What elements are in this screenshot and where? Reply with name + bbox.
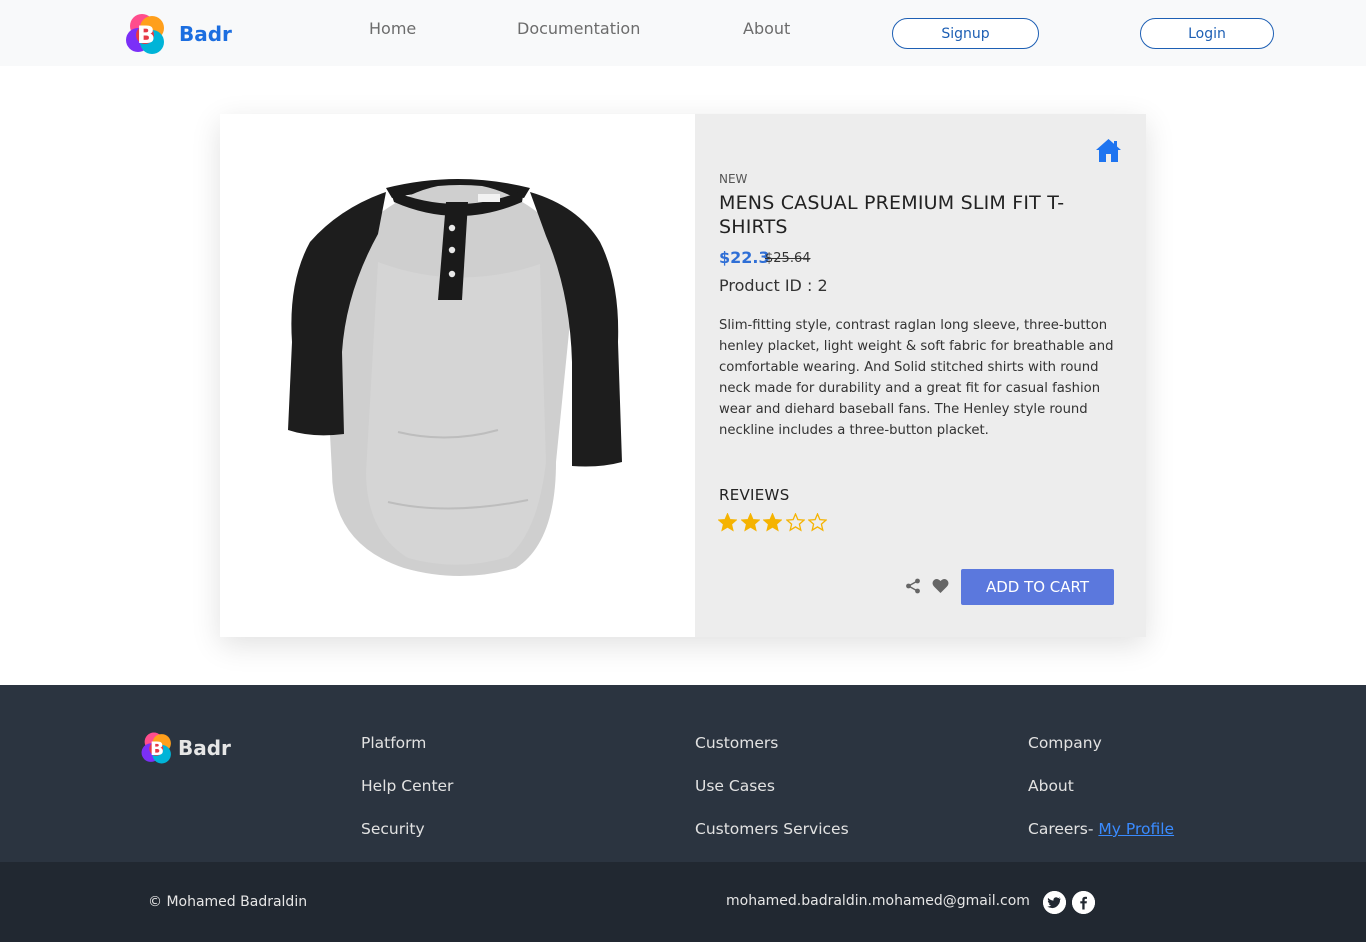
login-button[interactable]: Login — [1140, 18, 1274, 49]
product-id: Product ID : 2 — [719, 276, 828, 295]
footer-brand-name: Badr — [178, 736, 231, 760]
new-badge: NEW — [719, 172, 748, 186]
twitter-icon[interactable] — [1043, 891, 1066, 914]
footer-security-link[interactable]: Security — [361, 820, 425, 838]
signup-button[interactable]: Signup — [892, 18, 1039, 49]
footer-brand[interactable]: B Badr — [140, 731, 231, 765]
contact-email-link[interactable]: mohamed.badraldin.mohamed@gmail.com — [726, 893, 1030, 909]
star-filled-icon — [740, 513, 760, 532]
footer-bottom-bar: © Mohamed Badraldin mohamed.badraldin.mo… — [0, 862, 1366, 942]
footer-careers: Careers- My Profile — [1028, 820, 1174, 838]
svg-text:B: B — [137, 21, 155, 49]
copyright-text: © Mohamed Badraldin — [148, 894, 308, 910]
footer-use-cases-link[interactable]: Use Cases — [695, 777, 775, 795]
product-info-panel: NEW MENS CASUAL PREMIUM SLIM FIT T-SHIRT… — [695, 114, 1146, 637]
star-empty-icon — [785, 513, 805, 532]
product-image-panel — [220, 114, 695, 637]
product-old-price: $25.64 — [765, 251, 811, 266]
star-filled-icon — [718, 513, 737, 532]
star-filled-icon — [763, 513, 782, 532]
brand-name: Badr — [179, 22, 232, 46]
heart-icon[interactable] — [932, 578, 949, 594]
footer-customers-link[interactable]: Customers — [695, 734, 778, 752]
rating-stars — [718, 513, 831, 532]
product-price: $22.3 — [719, 248, 770, 267]
footer-customers-services-link[interactable]: Customers Services — [695, 820, 849, 838]
reviews-label: REVIEWS — [719, 486, 790, 504]
add-to-cart-button[interactable]: ADD TO CART — [961, 569, 1114, 605]
brand[interactable]: B Badr — [124, 12, 232, 56]
product-title: MENS CASUAL PREMIUM SLIM FIT T-SHIRTS — [719, 192, 1065, 238]
top-navbar: B Badr Home Documentation About Signup L… — [0, 0, 1366, 66]
home-icon[interactable] — [1095, 138, 1122, 163]
product-card: NEW MENS CASUAL PREMIUM SLIM FIT T-SHIRT… — [220, 114, 1146, 637]
star-empty-icon — [808, 513, 827, 532]
share-icon[interactable] — [905, 578, 921, 594]
facebook-icon[interactable] — [1072, 891, 1095, 914]
nav-documentation-link[interactable]: Documentation — [517, 19, 640, 38]
badr-logo-icon: B — [141, 732, 171, 764]
svg-text:B: B — [150, 739, 164, 760]
nav-about-link[interactable]: About — [743, 19, 790, 38]
footer-help-center-link[interactable]: Help Center — [361, 777, 453, 795]
footer-company-link[interactable]: Company — [1028, 734, 1102, 752]
tshirt-image — [288, 179, 622, 576]
badr-logo-icon: B — [126, 14, 164, 54]
nav-home-link[interactable]: Home — [369, 19, 416, 38]
footer-platform-link[interactable]: Platform — [361, 734, 426, 752]
footer-about-link[interactable]: About — [1028, 777, 1074, 795]
footer-links-section: B Badr Platform Help Center Security Cus… — [0, 685, 1366, 862]
footer-careers-label: Careers- — [1028, 820, 1094, 838]
my-profile-link[interactable]: My Profile — [1098, 820, 1174, 838]
product-description: Slim-fitting style, contrast raglan long… — [719, 318, 1114, 438]
